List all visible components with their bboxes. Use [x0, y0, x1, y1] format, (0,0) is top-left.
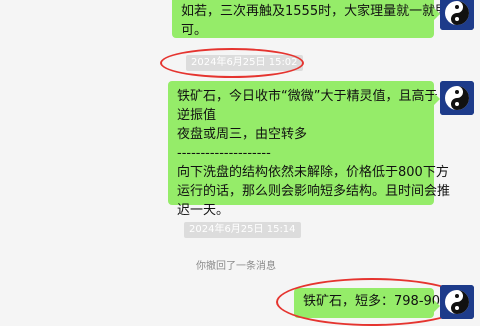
- message-line: 夜盘或周三，由空转多: [177, 127, 308, 142]
- yin-yang-icon: [440, 285, 474, 319]
- recall-notice: 你撤回了一条消息: [196, 261, 276, 272]
- avatar[interactable]: [440, 285, 474, 319]
- message-line: 铁矿石，今日收市“微微”大于精灵值，且高于: [177, 89, 438, 104]
- message-line: 可。: [181, 23, 208, 38]
- message-bubble[interactable]: 铁矿石，短多：798-90: [294, 288, 441, 318]
- avatar[interactable]: [440, 81, 474, 115]
- yin-yang-icon: [440, 0, 474, 30]
- avatar[interactable]: [440, 0, 474, 30]
- yin-yang-icon: [440, 81, 474, 115]
- message-line: 铁矿石，短多：798-90: [303, 294, 441, 309]
- timestamp: 2024年6月25日 15:14: [184, 222, 301, 238]
- message-bubble[interactable]: 如若，三次再触及1555时，大家理量就一就即 可。: [172, 0, 449, 38]
- message-line: 运行的话，那么则会影响短多结构。且时间会推: [177, 184, 451, 199]
- timestamp: 2024年6月25日 15:02: [186, 55, 303, 71]
- message-line: 向下洗盘的结构依然未解除，价格低于800下方: [177, 165, 449, 180]
- message-line: --------------------: [177, 146, 271, 161]
- message-line: 逆振值: [177, 108, 217, 123]
- message-line: 迟一天。: [177, 203, 230, 218]
- message-bubble[interactable]: 铁矿石，今日收市“微微”大于精灵值，且高于 逆振值 夜盘或周三，由空转多 ---…: [168, 81, 451, 218]
- message-line: 如若，三次再触及1555时，大家理量就一就即: [181, 4, 449, 19]
